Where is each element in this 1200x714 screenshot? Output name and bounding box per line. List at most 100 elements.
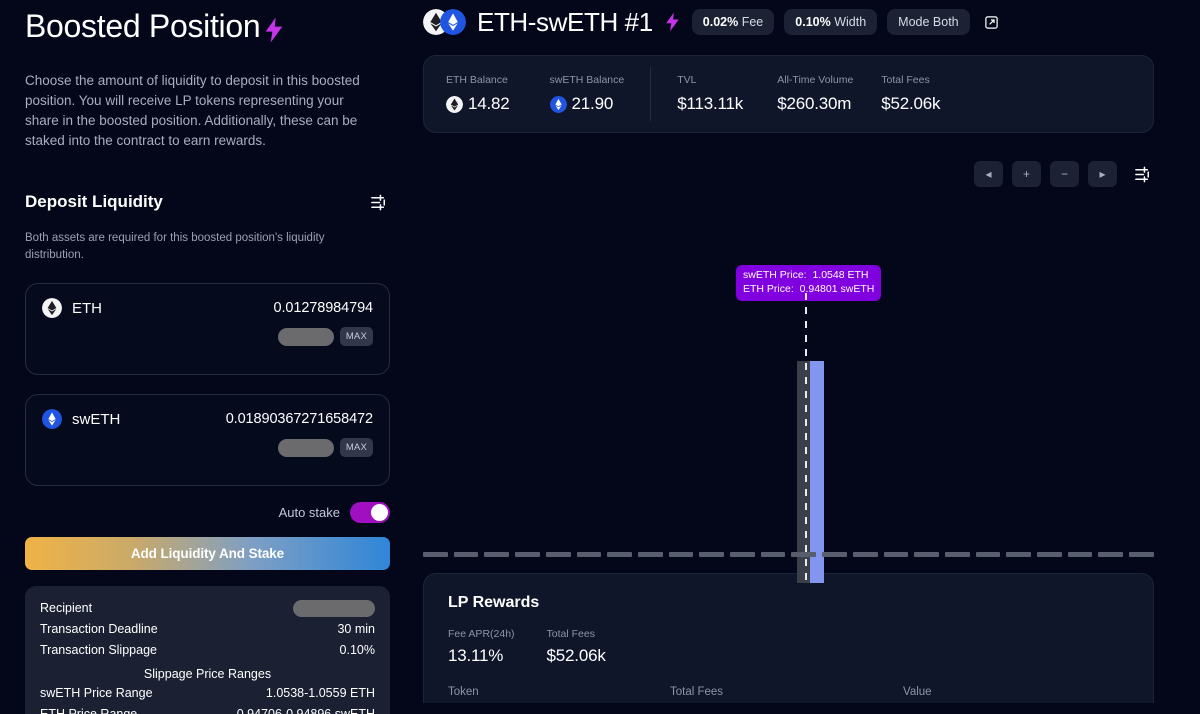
stat-label: ETH Balance [446,74,508,86]
balance-redacted [277,438,334,457]
axis-tick [944,552,970,557]
auto-stake-row: Auto stake [25,502,390,523]
balance-redacted [277,327,334,346]
tooltip-eth-line: ETH Price: 0.94801 swETH [743,283,874,297]
sliders-icon[interactable] [368,191,390,213]
transaction-deadline-label: Transaction Deadline [40,622,158,636]
asset-card-eth[interactable]: ETH 0.01278984794 MAX [25,283,390,375]
asset-card-sweth[interactable]: swETH 0.01890367271658472 MAX [25,394,390,486]
asset-balance-row: MAX [42,327,373,346]
stat-eth-balance: ETH Balance 14.82 [446,74,510,114]
axis-tick [1037,552,1062,557]
recipient-label: Recipient [40,601,93,615]
liquidity-distribution-chart[interactable]: swETH Price: 1.0548 ETH ETH Price: 0.948… [423,199,1154,583]
deposit-liquidity-header: Deposit Liquidity [25,191,390,213]
stat-total-fees: Total Fees $52.06k [881,74,940,114]
transaction-slippage-label: Transaction Slippage [40,643,157,657]
deposit-note: Both assets are required for this booste… [25,232,325,261]
stat-label: TVL [677,74,697,86]
sweth-price-range-label: swETH Price Range [40,686,153,700]
stats-divider [650,67,652,121]
stat-all-time-volume: All-Time Volume $260.30m [777,74,881,114]
right-panel: ETH-swETH #1 0.02% Fee 0.10% Width Mode … [415,0,1200,714]
pan-right-button[interactable]: ▸ [1088,161,1117,187]
lightning-bolt-icon [264,14,284,42]
stat-value-wrap: 21.90 [549,94,625,114]
asset-symbol: ETH [72,299,102,317]
liquidity-bar-active [810,361,824,583]
tooltip-eth-value: 0.94801 swETH [799,282,875,295]
position-stats-card: ETH Balance 14.82 swETH Balance 21.90 TV… [423,55,1154,133]
page-title-text: Boosted Position [25,8,261,44]
sliders-icon[interactable] [1132,163,1154,185]
slippage-price-ranges-heading: Slippage Price Ranges [143,667,272,681]
eth-price-range-label: ETH Price Range [40,707,138,714]
transaction-deadline-row: Transaction Deadline 30 min [40,619,375,640]
liquidity-bar[interactable] [797,361,824,583]
tooltip-eth-label: ETH Price: [743,282,794,295]
stat-value: $113.11k [677,94,744,113]
zoom-out-button[interactable]: − [1050,161,1079,187]
asset-row: ETH 0.01278984794 [42,298,373,318]
fee-chip[interactable]: 0.02% Fee [691,9,775,35]
asset-balance-row: MAX [42,438,373,457]
axis-tick [545,552,571,557]
total-fees-stat: Total Fees $52.06k [547,628,606,666]
mode-chip[interactable]: Mode Both [887,9,970,35]
lp-rewards-card: LP Rewards Fee APR(24h) 13.11% Total Fee… [423,573,1154,703]
total-fees-label: Total Fees [546,628,595,640]
sweth-price-range-value: 1.0538-1.0559 ETH [265,686,375,700]
column-header-value: Value [903,686,932,698]
asset-amount-input[interactable]: 0.01278984794 [274,300,374,316]
stat-sweth-balance: swETH Balance 21.90 [549,74,625,114]
chart-x-axis [423,552,1154,557]
liquidity-bar-inactive [797,361,810,583]
auto-stake-label: Auto stake [278,505,340,520]
stat-value: $260.30m [777,94,852,113]
app-root: Boosted Position Choose the amount of li… [0,0,1200,714]
width-chip-value: 0.10% [795,15,831,29]
axis-tick [1006,552,1032,557]
fee-apr-label: Fee APR(24h) [448,628,515,640]
asset-amount-input[interactable]: 0.01890367271658472 [226,411,373,427]
lp-rewards-title: LP Rewards [448,594,540,611]
transaction-slippage-value: 0.10% [339,643,375,657]
asset-row: swETH 0.01890367271658472 [42,409,373,429]
deposit-liquidity-title: Deposit Liquidity [25,192,163,211]
eth-token-icon [446,95,463,113]
axis-tick [607,552,632,557]
tooltip-sweth-value: 1.0548 ETH [812,269,869,281]
max-button-eth[interactable]: MAX [339,327,373,346]
fee-chip-label: Fee [741,15,764,29]
axis-tick [760,552,786,557]
sweth-token-icon [440,9,466,35]
chart-toolbar: ◂ + − ▸ [423,161,1154,187]
max-button-sweth[interactable]: MAX [339,438,373,457]
fee-chip-value: 0.02% [702,15,739,29]
column-header-total-fees: Total Fees [670,686,724,698]
eth-price-range-row: ETH Price Range 0.94706-0.94896 swETH [40,704,375,714]
asset-symbol: swETH [72,410,121,428]
stat-value-wrap: 14.82 [446,94,510,114]
axis-tick [730,552,755,557]
sweth-token-icon [549,95,567,113]
zoom-in-button[interactable]: + [1012,161,1041,187]
external-link-icon[interactable] [984,15,999,30]
sweth-token-icon [42,409,62,429]
lightning-bolt-icon [665,12,680,32]
toggle-knob [371,504,388,521]
eth-price-range-value: 0.94706-0.94896 swETH [236,707,375,714]
axis-tick [975,552,1001,557]
axis-tick [668,552,694,557]
asset-identity: swETH [42,409,120,429]
add-liquidity-and-stake-button[interactable]: Add Liquidity And Stake [25,537,390,570]
axis-tick [1067,552,1093,557]
width-chip[interactable]: 0.10% Width [784,9,878,35]
pan-left-button[interactable]: ◂ [974,161,1003,187]
stat-value: 14.82 [468,94,510,113]
stat-label: Total Fees [881,74,930,86]
stat-tvl: TVL $113.11k [677,74,777,114]
axis-tick [791,552,817,557]
axis-tick [914,552,939,557]
auto-stake-toggle[interactable] [350,502,390,523]
